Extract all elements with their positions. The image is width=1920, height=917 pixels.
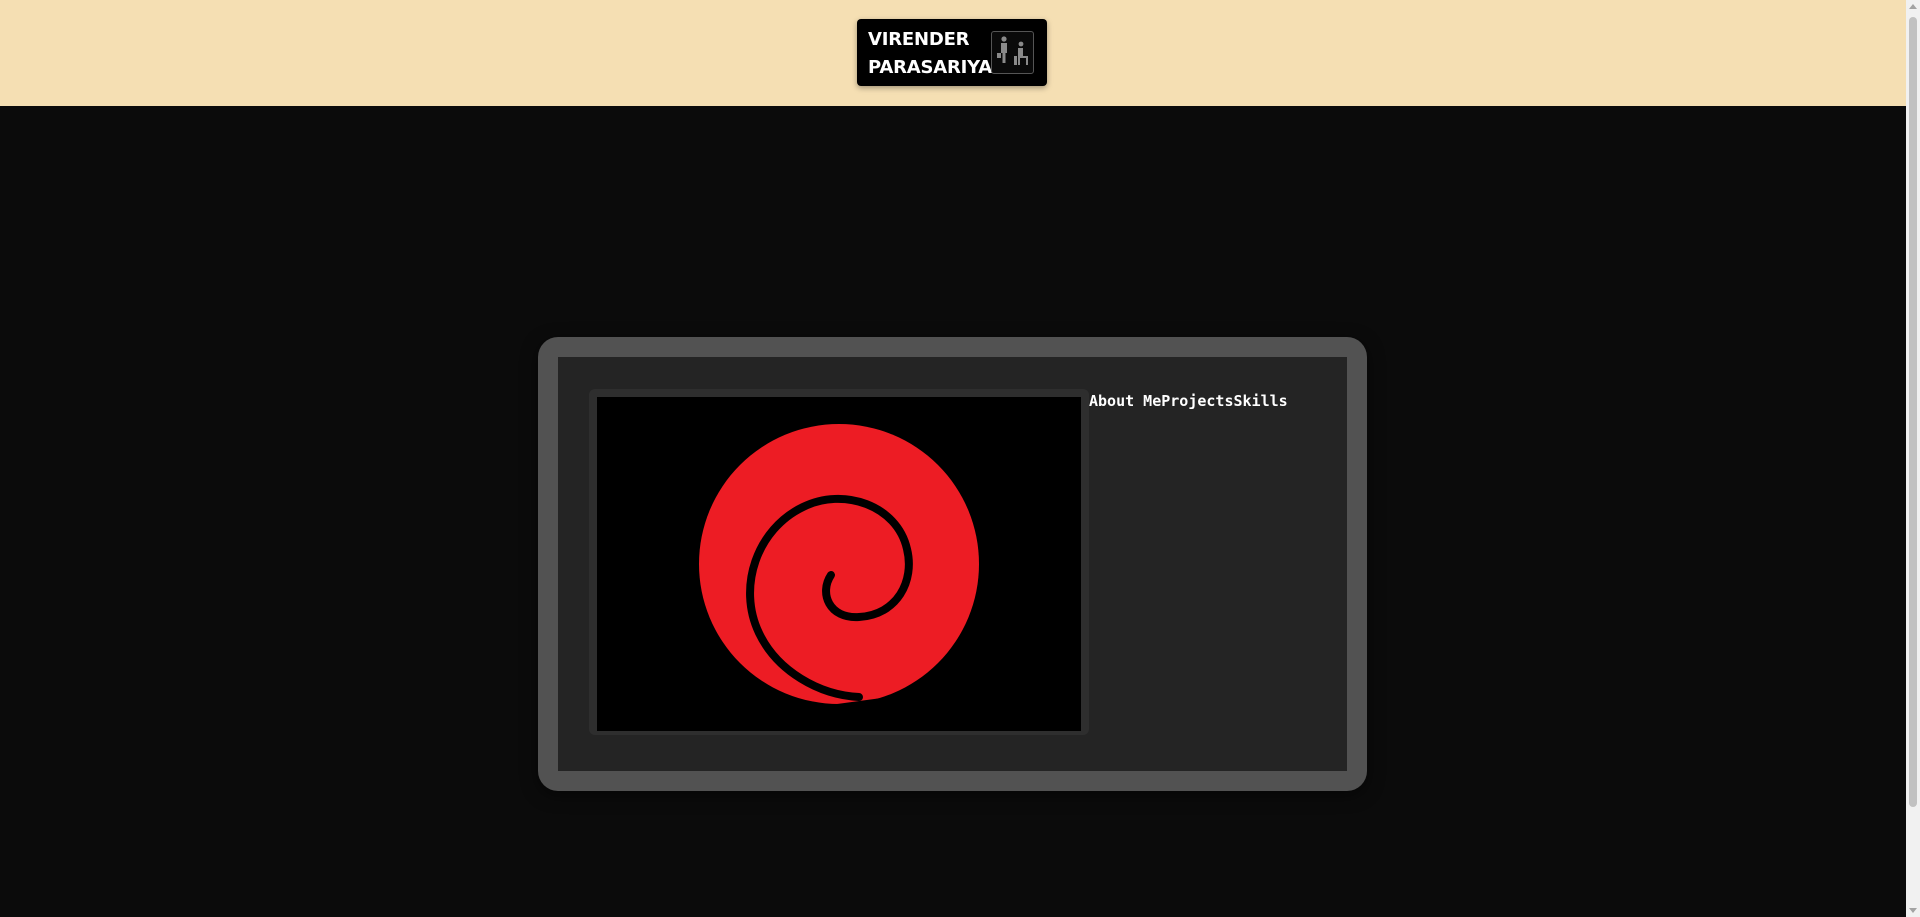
nav-skills[interactable]: Skills	[1234, 391, 1288, 411]
monitor-frame: About Me Projects Skills	[538, 337, 1367, 791]
monitor-screen: About Me Projects Skills	[558, 357, 1347, 771]
nav-projects[interactable]: Projects	[1161, 391, 1233, 411]
nav-about-me[interactable]: About Me	[1089, 391, 1161, 411]
logo-badge[interactable]: VIRENDER PARASARIYA	[857, 19, 1047, 86]
main-nav: About Me Projects Skills	[1089, 391, 1288, 411]
display-canvas	[597, 397, 1081, 731]
image-display	[589, 389, 1089, 735]
red-spiral-logo	[699, 424, 979, 709]
vertical-scrollbar[interactable]	[1906, 0, 1920, 917]
scroll-up-arrow-icon[interactable]	[1909, 4, 1917, 9]
site-header: VIRENDER PARASARIYA	[0, 0, 1906, 106]
scroll-thumb[interactable]	[1909, 17, 1917, 807]
people-meeting-icon	[991, 31, 1034, 74]
scroll-down-arrow-icon[interactable]	[1909, 908, 1917, 913]
